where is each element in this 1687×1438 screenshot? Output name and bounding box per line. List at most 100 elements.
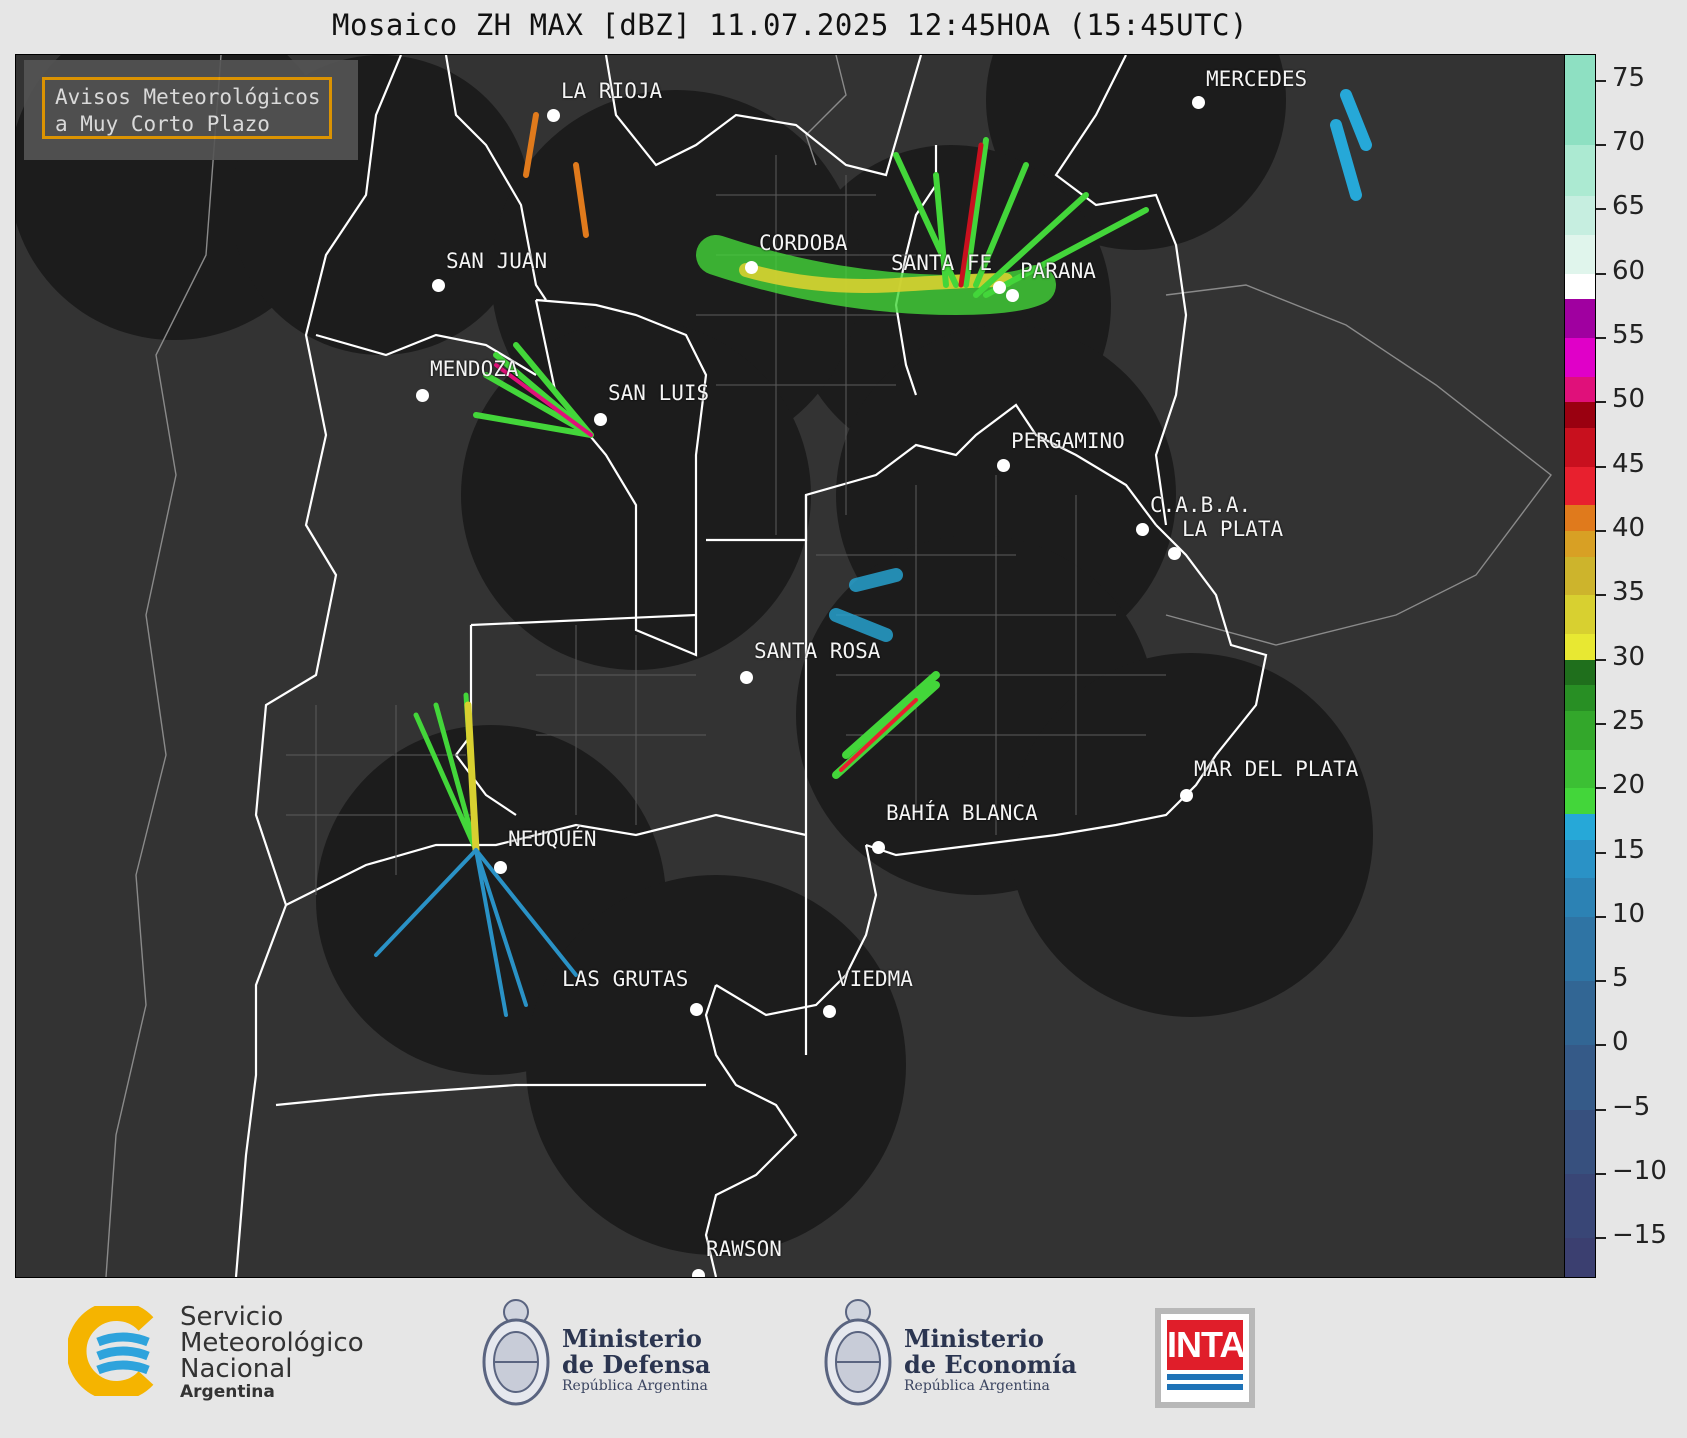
colorbar-band — [1565, 1238, 1595, 1277]
city-marker-parana[interactable] — [1006, 289, 1019, 302]
colorbar-tick — [1596, 980, 1606, 983]
colorbar-tick — [1596, 1173, 1606, 1176]
colorbar-tick-label: 5 — [1612, 963, 1629, 994]
defensa-line3: República Argentina — [562, 1378, 708, 1394]
city-marker-mar-del-plata[interactable] — [1180, 789, 1193, 802]
colorbar-band — [1565, 299, 1595, 338]
colorbar-tick-label: 20 — [1612, 770, 1646, 801]
colorbar-band — [1565, 530, 1595, 557]
colorbar-tick — [1596, 1044, 1606, 1047]
colorbar-tick — [1596, 1108, 1606, 1111]
economia-seal-icon — [820, 1296, 896, 1418]
city-label-caba: C.A.B.A. — [1150, 493, 1252, 517]
city-marker-neuquen[interactable] — [494, 861, 507, 874]
colorbar-tick-label: −5 — [1612, 1091, 1651, 1122]
city-marker-santa-rosa[interactable] — [740, 671, 753, 684]
colorbar-tick-label: 30 — [1612, 641, 1646, 672]
city-label-san-luis: SAN LUIS — [608, 381, 710, 405]
inta-logo-panel: INTA — [1161, 1314, 1249, 1402]
colorbar-band — [1565, 273, 1595, 300]
map-title: Mosaico ZH MAX [dBZ] 11.07.2025 12:45HOA… — [332, 8, 1248, 42]
city-label-la-plata: LA PLATA — [1182, 517, 1284, 541]
colorbar-band — [1565, 402, 1595, 429]
city-marker-cordoba[interactable] — [745, 261, 758, 274]
colorbar-tick — [1596, 529, 1606, 532]
city-label-san-juan: SAN JUAN — [446, 249, 548, 273]
economia-logo-text: Ministerio de Economía República Argenti… — [904, 1324, 1077, 1395]
smn-line1: Servicio — [180, 1302, 284, 1332]
colorbar-tick — [1596, 594, 1606, 597]
city-label-santa-rosa: SANTA ROSA — [754, 639, 881, 663]
city-marker-mercedes[interactable] — [1192, 96, 1205, 109]
city-label-la-rioja: LA RIOJA — [561, 79, 663, 103]
colorbar-tick-label: 25 — [1612, 705, 1646, 736]
colorbar-tick — [1596, 336, 1606, 339]
smn-line3: Nacional — [180, 1354, 293, 1384]
smn-logo — [66, 1301, 168, 1401]
defensa-line2: de Defensa — [562, 1350, 711, 1379]
city-marker-las-grutas[interactable] — [690, 1003, 703, 1016]
colorbar-band — [1565, 55, 1595, 146]
colorbar-tick — [1596, 658, 1606, 661]
city-marker-caba[interactable] — [1136, 523, 1149, 536]
colorbar-tick-label: 55 — [1612, 319, 1646, 350]
colorbar-band — [1565, 145, 1595, 197]
colorbar-band — [1565, 235, 1595, 274]
warning-legend-label: Avisos Meteorológicos a Muy Corto Plazo — [42, 77, 332, 139]
inta-stripe-1 — [1167, 1374, 1243, 1380]
colorbar-tick — [1596, 144, 1606, 147]
colorbar-tick — [1596, 208, 1606, 211]
city-marker-viedma[interactable] — [823, 1005, 836, 1018]
colorbar-tick-label: 0 — [1612, 1027, 1629, 1058]
colorbar-tick-label: 65 — [1612, 191, 1646, 222]
inta-stripe-2 — [1167, 1384, 1243, 1390]
colorbar-tick-label: 35 — [1612, 577, 1646, 608]
colorbar-tick — [1596, 79, 1606, 82]
colorbar-band — [1565, 981, 1595, 1046]
city-marker-la-rioja[interactable] — [547, 109, 560, 122]
city-label-las-grutas: LAS GRUTAS — [562, 967, 689, 991]
warning-legend-line1: Avisos Meteorológicos — [55, 85, 321, 109]
colorbar-band — [1565, 813, 1595, 840]
city-marker-san-luis[interactable] — [594, 413, 607, 426]
colorbar-tick — [1596, 722, 1606, 725]
colorbar-tick-label: 40 — [1612, 512, 1646, 543]
colorbar-tick — [1596, 915, 1606, 918]
colorbar-band — [1565, 633, 1595, 660]
city-marker-la-plata[interactable] — [1168, 547, 1181, 560]
colorbar-band — [1565, 749, 1595, 789]
economia-line3: República Argentina — [904, 1378, 1050, 1394]
colorbar-tick-label: 15 — [1612, 834, 1646, 865]
colorbar-tick-label: 70 — [1612, 127, 1646, 158]
economia-line1: Ministerio — [904, 1324, 1044, 1353]
city-label-mendoza: MENDOZA — [430, 357, 519, 381]
city-label-mar-del-plata: MAR DEL PLATA — [1194, 757, 1359, 781]
radar-map[interactable]: Avisos Meteorológicos a Muy Corto Plazo … — [15, 54, 1565, 1278]
colorbar-tick — [1596, 272, 1606, 275]
colorbar-band — [1565, 659, 1595, 686]
city-marker-san-juan[interactable] — [432, 279, 445, 292]
city-label-santa-fe: SANTA FE — [891, 251, 993, 275]
city-label-pergamino: PERGAMINO — [1011, 429, 1125, 453]
warning-legend-line2: a Muy Corto Plazo — [55, 112, 270, 136]
colorbar-band — [1565, 1174, 1595, 1239]
colorbar-band — [1565, 711, 1595, 750]
city-marker-rawson[interactable] — [692, 1269, 705, 1277]
smn-logo-text: Servicio Meteorológico Nacional Argentin… — [180, 1304, 364, 1402]
city-marker-pergamino[interactable] — [997, 459, 1010, 472]
city-marker-mendoza[interactable] — [416, 389, 429, 402]
colorbar-band — [1565, 556, 1595, 596]
colorbar-tick-label: 50 — [1612, 384, 1646, 415]
colorbar-band — [1565, 428, 1595, 467]
colorbar-tick-label: 45 — [1612, 448, 1646, 479]
city-label-cordoba: CORDOBA — [759, 231, 848, 255]
city-marker-bahia-blanca[interactable] — [872, 841, 885, 854]
colorbar-band — [1565, 376, 1595, 403]
colorbar-tick-label: −15 — [1612, 1220, 1667, 1251]
inta-logo: INTA — [1155, 1308, 1255, 1408]
colorbar-band — [1565, 337, 1595, 377]
city-label-parana: PARANA — [1020, 259, 1096, 283]
warning-legend-box: Avisos Meteorológicos a Muy Corto Plazo — [24, 60, 358, 160]
city-marker-santa-fe[interactable] — [993, 281, 1006, 294]
colorbar-band — [1565, 1109, 1595, 1175]
